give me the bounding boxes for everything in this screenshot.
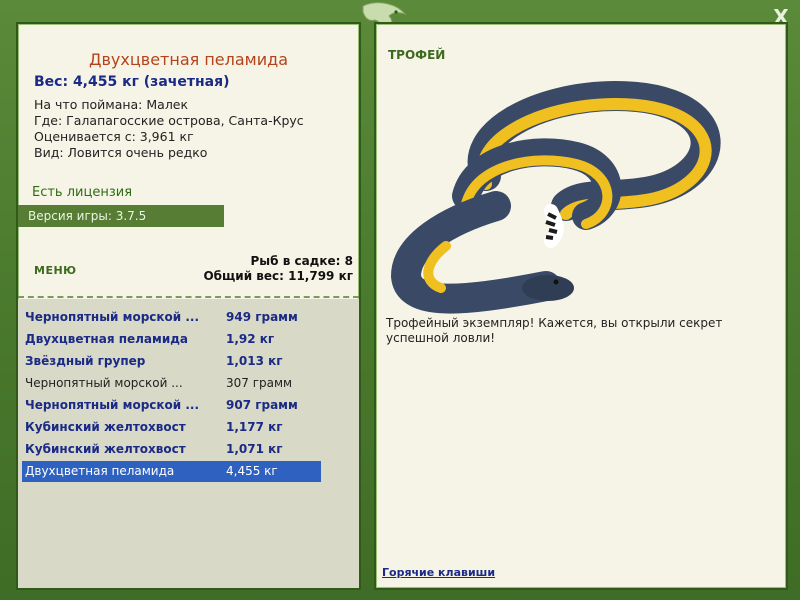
hotkeys-link[interactable]: Горячие клавиши — [382, 566, 495, 579]
catch-name: Звёздный групер — [25, 354, 146, 368]
catch-list: Чернопятный морской ... 949 грамм Двухцв… — [18, 299, 359, 588]
catch-name: Чернопятный морской ... — [25, 398, 200, 412]
catch-name: Двухцветная пеламида — [25, 464, 175, 478]
total-weight: Общий вес: 11,799 кг — [203, 269, 353, 283]
catch-row[interactable]: Двухцветная пеламида 1,92 кг — [22, 329, 321, 350]
fish-weight: Вес: 4,455 кг (зачетная) — [34, 74, 230, 90]
catch-row[interactable]: Чернопятный морской ... 307 грамм — [22, 373, 321, 394]
catch-stats: Рыб в садке: 8 Общий вес: 11,799 кг — [203, 254, 353, 284]
catch-name: Кубинский желтохвост — [25, 420, 186, 434]
fish-count: Рыб в садке: 8 — [250, 254, 354, 268]
catch-weight: 1,071 кг — [226, 442, 283, 456]
catch-row[interactable]: Кубинский желтохвост 1,177 кг — [22, 417, 321, 438]
catch-row[interactable]: Чернопятный морской ... 907 грамм — [22, 395, 321, 416]
fish-info-panel: Двухцветная пеламида Вес: 4,455 кг (заче… — [16, 22, 361, 590]
version-bar: Версия игры: 3.7.5 — [18, 205, 224, 227]
fish-rarity: Вид: Ловится очень редко — [34, 145, 208, 160]
catch-weight: 949 грамм — [226, 310, 298, 324]
catch-row-selected[interactable]: Двухцветная пеламида 4,455 кг — [22, 461, 321, 482]
catch-row[interactable]: Кубинский желтохвост 1,071 кг — [22, 439, 321, 460]
catch-weight: 1,013 кг — [226, 354, 283, 368]
trophy-panel: ТРОФЕЙ Трофейный экземпляр! Кажется, вы … — [374, 22, 788, 590]
license-status: Есть лицензия — [32, 185, 133, 200]
fish-title: Двухцветная пеламида — [89, 50, 288, 69]
catch-name: Двухцветная пеламида — [25, 332, 189, 346]
menu-button[interactable]: МЕНЮ — [34, 264, 77, 277]
catch-row[interactable]: Звёздный групер 1,013 кг — [22, 351, 321, 372]
fish-rated-from: Оценивается с: 3,961 кг — [34, 129, 194, 144]
catch-weight: 307 грамм — [226, 376, 293, 390]
catch-name: Чернопятный морской ... — [25, 310, 200, 324]
catch-name: Кубинский желтохвост — [25, 442, 186, 456]
catch-weight: 4,455 кг — [226, 464, 278, 478]
trophy-text: Трофейный экземпляр! Кажется, вы открыли… — [386, 316, 723, 345]
catch-row[interactable]: Чернопятный морской ... 949 грамм — [22, 307, 321, 328]
sea-snake-image — [390, 80, 721, 314]
fish-bait: На что поймана: Малек — [34, 97, 189, 112]
divider — [18, 296, 359, 298]
catch-weight: 1,177 кг — [226, 420, 283, 434]
catch-name: Чернопятный морской ... — [25, 376, 183, 390]
game-window: X Двухцветная пеламида Вес: 4,455 кг (за… — [0, 0, 800, 600]
fish-location: Где: Галапагосские острова, Санта-Крус — [34, 113, 304, 128]
catch-weight: 1,92 кг — [226, 332, 275, 346]
catch-weight: 907 грамм — [226, 398, 298, 412]
